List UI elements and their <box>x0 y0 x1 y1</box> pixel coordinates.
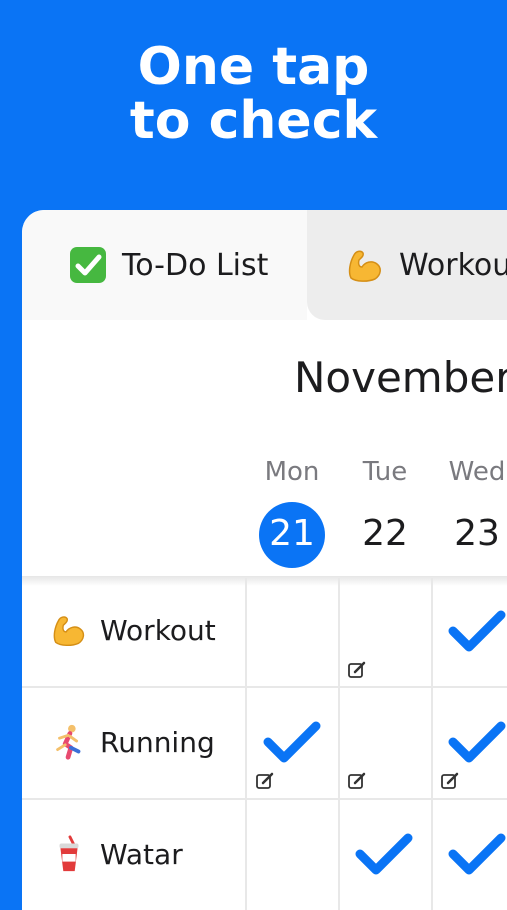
tab-bar: To-Do List Workout <box>22 210 507 320</box>
column-divider <box>431 578 433 910</box>
day-number-21[interactable]: 21 <box>247 502 337 566</box>
day-name-mon: Mon <box>264 457 320 487</box>
edit-note-icon[interactable] <box>255 771 275 791</box>
column-divider <box>245 578 247 910</box>
flexed-biceps-icon <box>53 616 85 647</box>
headline-line-1: One tap <box>137 37 370 97</box>
day-name-tue: Tue <box>362 457 408 487</box>
tab-todo-list[interactable]: To-Do List <box>22 210 307 320</box>
check-mark-box-icon <box>70 247 106 283</box>
headline-line-2: to check <box>129 91 378 151</box>
tab-todo-label: To-Do List <box>122 247 269 283</box>
month-title: November <box>294 353 507 402</box>
habit-row-watar[interactable]: Watar <box>50 834 183 874</box>
row-divider <box>22 798 507 800</box>
headline: One tap to check <box>0 40 507 148</box>
column-divider <box>338 578 340 910</box>
check-mark-icon[interactable] <box>262 718 322 766</box>
habit-label: Workout <box>100 613 216 647</box>
flexed-biceps-icon <box>348 250 381 282</box>
row-divider <box>22 686 507 688</box>
edit-note-icon[interactable] <box>440 771 460 791</box>
habit-label: Watar <box>100 837 183 871</box>
check-mark-icon[interactable] <box>447 830 507 878</box>
edit-note-icon[interactable] <box>347 771 367 791</box>
cup-with-straw-icon <box>59 835 79 872</box>
habit-row-workout[interactable]: Workout <box>50 610 216 650</box>
day-number-22[interactable]: 22 <box>340 502 430 566</box>
day-name-wed: Wed <box>448 457 506 487</box>
check-mark-icon[interactable] <box>354 830 414 878</box>
check-mark-icon[interactable] <box>447 607 507 655</box>
tab-workout[interactable]: Workout <box>307 210 507 320</box>
person-running-icon <box>56 724 81 760</box>
tab-workout-label: Workout <box>399 247 507 283</box>
app-card: To-Do List Workout November Mon 21 Tue 2… <box>22 210 507 910</box>
habit-label: Running <box>100 725 215 759</box>
edit-note-icon[interactable] <box>347 660 367 680</box>
header-divider <box>22 576 507 586</box>
check-mark-icon[interactable] <box>447 718 507 766</box>
day-number-23[interactable]: 23 <box>432 502 507 566</box>
habit-row-running[interactable]: Running <box>50 722 215 762</box>
